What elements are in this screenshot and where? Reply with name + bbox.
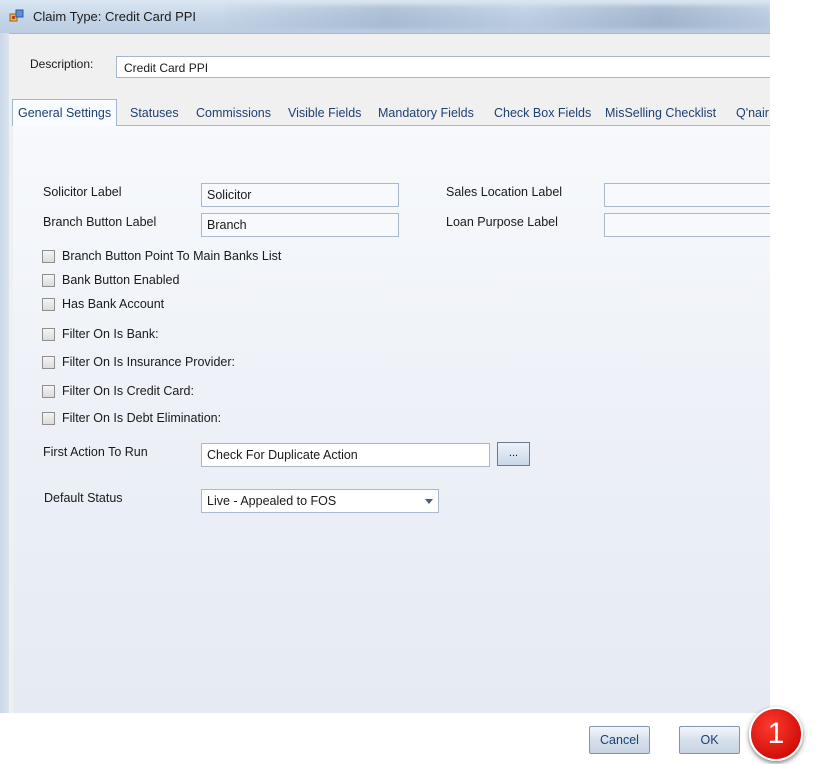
dialog-footer: Cancel OK	[0, 713, 770, 764]
tab-general-settings[interactable]: General Settings	[12, 99, 118, 126]
first-action-caption: First Action To Run	[43, 445, 148, 459]
filter-is-credit-card-label: Filter On Is Credit Card:	[62, 384, 194, 398]
description-input[interactable]: Credit Card PPI	[116, 56, 770, 78]
tab-commissions[interactable]: Commissions	[196, 103, 271, 125]
filter-is-bank-checkbox[interactable]	[42, 328, 55, 341]
window-border	[0, 33, 9, 764]
window-title: Claim Type: Credit Card PPI	[33, 9, 197, 24]
browse-button[interactable]: ...	[497, 442, 530, 466]
filter-is-insurance-provider-label: Filter On Is Insurance Provider:	[62, 355, 235, 369]
tab-questionnaire[interactable]: Q'nair	[736, 103, 769, 125]
bank-button-enabled-checkbox[interactable]	[42, 274, 55, 287]
title-bar[interactable]: Claim Type: Credit Card PPI	[0, 0, 770, 34]
cancel-button[interactable]: Cancel	[589, 726, 650, 754]
filter-is-debt-elimination-label: Filter On Is Debt Elimination:	[62, 411, 222, 425]
tab-visible-fields[interactable]: Visible Fields	[288, 103, 361, 125]
dropdown-arrow-icon	[425, 499, 433, 504]
app-icon	[9, 9, 24, 22]
has-bank-account-checkbox[interactable]	[42, 298, 55, 311]
branch-button-main-banks-checkbox[interactable]	[42, 250, 55, 263]
bank-button-enabled-label: Bank Button Enabled	[62, 273, 180, 287]
tab-misselling-checklist[interactable]: MisSelling Checklist	[605, 103, 716, 125]
ok-button[interactable]: OK	[679, 726, 740, 754]
default-status-dropdown[interactable]: Live - Appealed to FOS	[201, 489, 439, 513]
loan-purpose-label-caption: Loan Purpose Label	[446, 215, 558, 229]
claim-type-dialog: Claim Type: Credit Card PPI Description:…	[0, 0, 770, 764]
solicitor-label-caption: Solicitor Label	[43, 185, 122, 199]
tab-mandatory-fields[interactable]: Mandatory Fields	[378, 103, 474, 125]
filter-is-credit-card-checkbox[interactable]	[42, 385, 55, 398]
solicitor-label-input[interactable]: Solicitor	[201, 183, 399, 207]
branch-button-main-banks-label: Branch Button Point To Main Banks List	[62, 249, 282, 263]
description-label: Description:	[30, 57, 94, 71]
has-bank-account-label: Has Bank Account	[62, 297, 165, 311]
loan-purpose-label-input[interactable]	[604, 213, 770, 237]
tab-check-box-fields[interactable]: Check Box Fields	[494, 103, 591, 125]
filter-is-bank-label: Filter On Is Bank:	[62, 327, 159, 341]
sales-location-label-caption: Sales Location Label	[446, 185, 563, 199]
branch-button-label-input[interactable]: Branch	[201, 213, 399, 237]
branch-button-label-caption: Branch Button Label	[43, 215, 157, 229]
default-status-caption: Default Status	[44, 491, 123, 505]
sales-location-label-input[interactable]	[604, 183, 770, 207]
tab-statuses[interactable]: Statuses	[130, 103, 179, 125]
step-marker-badge: 1	[749, 707, 803, 761]
filter-is-insurance-provider-checkbox[interactable]	[42, 356, 55, 369]
tab-strip: General Settings Statuses Commissions Vi…	[12, 99, 770, 126]
first-action-input[interactable]: Check For Duplicate Action	[201, 443, 490, 467]
filter-is-debt-elimination-checkbox[interactable]	[42, 412, 55, 425]
default-status-value: Live - Appealed to FOS	[207, 494, 337, 508]
blurred-background	[225, 5, 770, 29]
